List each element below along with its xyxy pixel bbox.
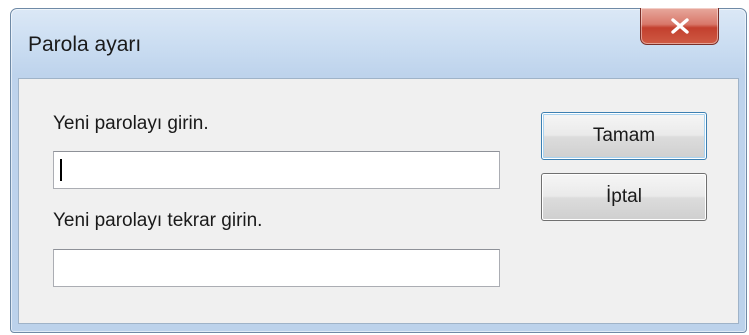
close-button[interactable] <box>640 8 719 45</box>
ok-button[interactable]: Tamam <box>541 112 707 160</box>
close-icon <box>670 18 689 34</box>
dialog-body: Yeni parolayı girin. Yeni parolayı tekra… <box>18 78 739 324</box>
confirm-password-field[interactable] <box>53 249 500 287</box>
confirm-password-label: Yeni parolayı tekrar girin. <box>53 210 263 231</box>
dialog-window: Parola ayarı Yeni parolayı girin. Yeni p… <box>10 8 747 333</box>
window-title: Parola ayarı <box>28 33 142 56</box>
text-caret <box>60 159 62 181</box>
cancel-button[interactable]: İptal <box>541 173 707 221</box>
new-password-label: Yeni parolayı girin. <box>53 113 209 134</box>
new-password-field[interactable] <box>53 151 500 189</box>
